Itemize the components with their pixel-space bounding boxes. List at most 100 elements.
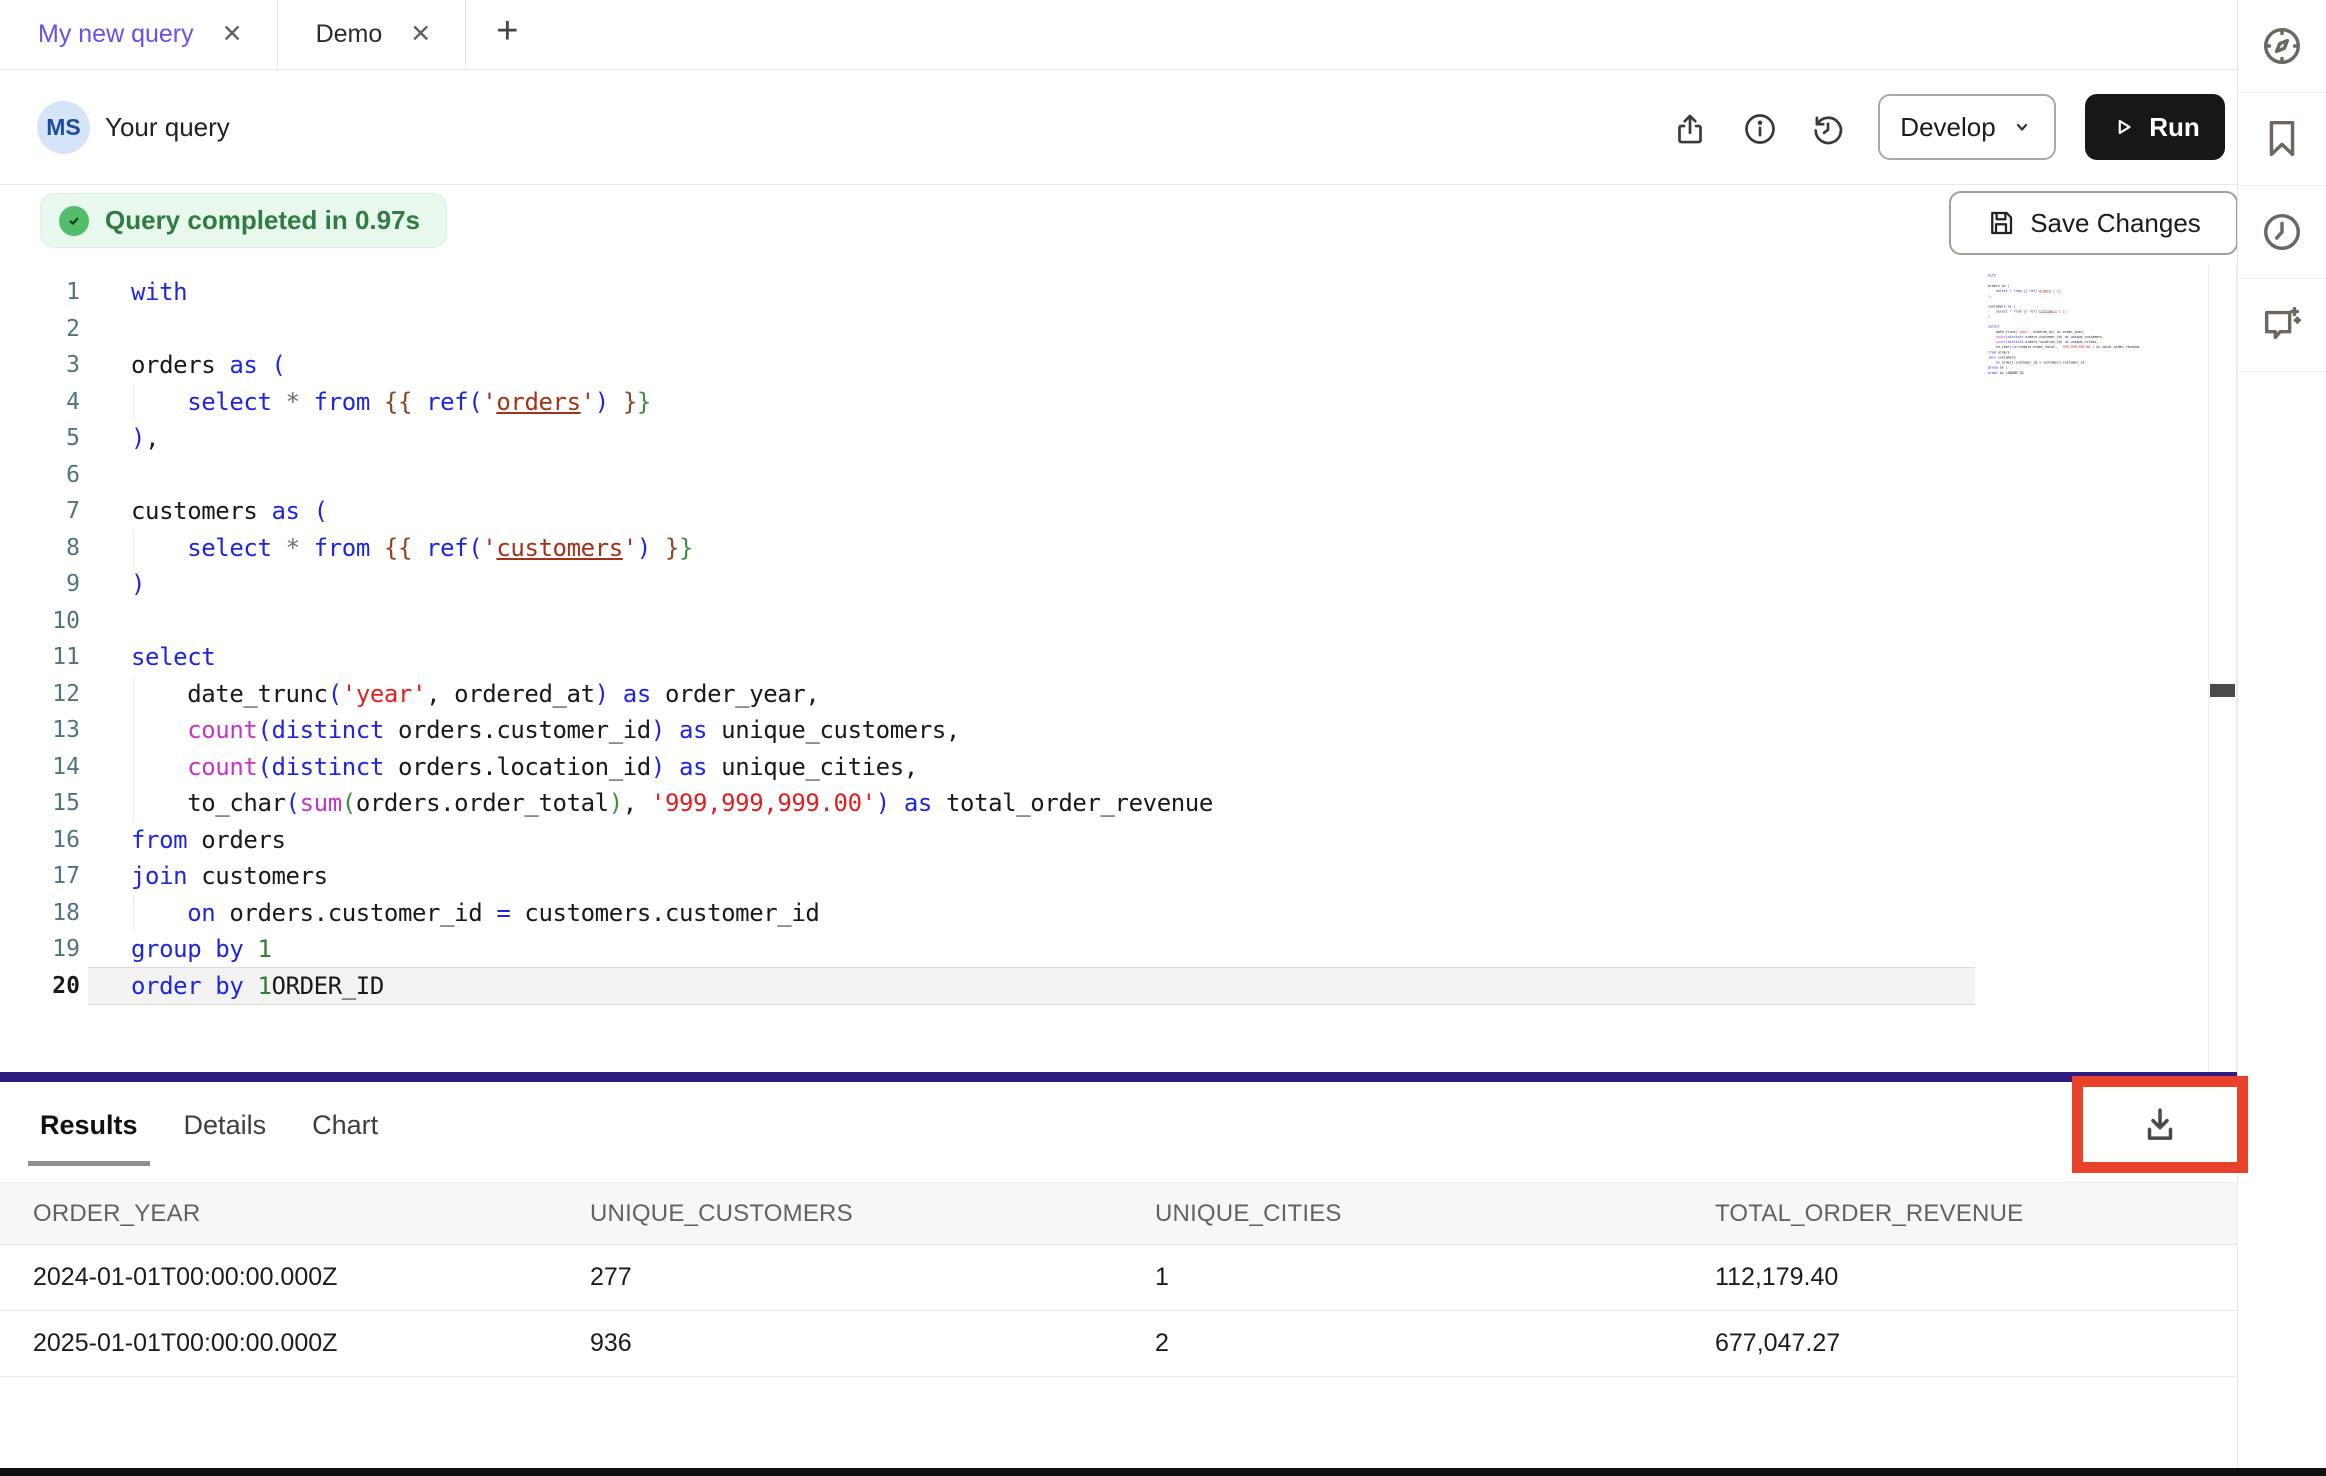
minimap-line: order by 1ORDER_ID: [1988, 370, 2019, 375]
code-line: 20 order by 1ORDER_ID: [0, 968, 2237, 1005]
file-tab[interactable]: Demo✕: [278, 0, 467, 69]
history-icon[interactable]: [1806, 107, 1850, 151]
table-cell: 1: [1122, 1245, 1682, 1311]
editor-scrollbar-thumb[interactable]: [2210, 684, 2235, 697]
file-tab[interactable]: My new query✕: [0, 0, 278, 69]
code-text: to_char(sum(orders.order_total), '999,99…: [131, 785, 1213, 822]
code-line: 10: [0, 603, 2237, 640]
column-header: UNIQUE_CUSTOMERS: [557, 1183, 1122, 1245]
query-header: MS Your query Develop Run: [0, 70, 2237, 185]
file-tabs: My new query✕Demo✕: [0, 0, 466, 69]
compass-icon[interactable]: [2238, 0, 2326, 93]
code-text: count(distinct orders.customer_id) as un…: [131, 712, 960, 749]
sql-editor[interactable]: 1with23orders as (4 select * from {{ ref…: [0, 265, 2237, 1072]
code-text: select: [131, 639, 215, 676]
query-status-text: Query completed in 0.97s: [105, 205, 420, 236]
query-status-badge: Query completed in 0.97s: [40, 193, 447, 248]
table-cell: 2: [1122, 1311, 1682, 1377]
results-tab-results[interactable]: Results: [40, 1110, 138, 1141]
code-line: 8 select * from {{ ref('customers') }}: [0, 530, 2237, 567]
share-icon[interactable]: [1668, 107, 1712, 151]
code-line: 6: [0, 457, 2237, 494]
play-icon: [2110, 114, 2136, 140]
code-line: 18 on orders.customer_id = customers.cus…: [0, 895, 2237, 932]
table-cell: 2024-01-01T00:00:00.000Z: [0, 1245, 557, 1311]
editor-scrollbar[interactable]: [2208, 265, 2237, 1072]
code-line: 9): [0, 566, 2237, 603]
editor-minimap[interactable]: withorders as ( select * from {{ ref('or…: [1988, 273, 2206, 463]
line-number: 5: [0, 420, 80, 457]
line-number: 7: [0, 493, 80, 530]
table-row: 2025-01-01T00:00:00.000Z9362677,047.27: [0, 1311, 2237, 1377]
code-text: ),: [131, 420, 159, 457]
file-tabbar: My new query✕Demo✕ +: [0, 0, 2237, 70]
code-line: 15 to_char(sum(orders.order_total), '999…: [0, 785, 2237, 822]
table-cell: 277: [557, 1245, 1122, 1311]
code-line: 1with: [0, 274, 2237, 311]
save-icon: [1986, 208, 2016, 238]
line-number: 20: [0, 968, 80, 1005]
code-text: join customers: [131, 858, 328, 895]
code-text: from orders: [131, 822, 286, 859]
minimap-line: select * from {{ ref('orders') }}: [1988, 288, 2019, 293]
code-line: 4 select * from {{ ref('orders') }}: [0, 384, 2237, 421]
results-table: ORDER_YEARUNIQUE_CUSTOMERSUNIQUE_CITIEST…: [0, 1182, 2237, 1377]
line-number: 17: [0, 858, 80, 895]
code-line: 2: [0, 311, 2237, 348]
line-number: 18: [0, 895, 80, 932]
save-changes-button[interactable]: Save Changes: [1949, 191, 2238, 255]
line-number: 12: [0, 676, 80, 713]
right-sidebar: [2237, 0, 2326, 1476]
table-row: 2024-01-01T00:00:00.000Z2771112,179.40: [0, 1245, 2237, 1311]
download-results-button[interactable]: [2139, 1104, 2181, 1146]
code-text: with: [131, 274, 187, 311]
line-number: 13: [0, 712, 80, 749]
bookmark-icon[interactable]: [2238, 93, 2326, 186]
table-header-row: ORDER_YEARUNIQUE_CUSTOMERSUNIQUE_CITIEST…: [0, 1183, 2237, 1245]
avatar: MS: [37, 101, 90, 154]
panel-resize-handle[interactable]: [0, 1072, 2237, 1082]
line-number: 15: [0, 785, 80, 822]
save-changes-label: Save Changes: [2030, 208, 2201, 239]
close-tab-icon[interactable]: ✕: [410, 22, 431, 47]
app-window: My new query✕Demo✕ + MS Your query Devel…: [0, 0, 2326, 1476]
run-button[interactable]: Run: [2085, 94, 2225, 160]
line-number: 3: [0, 347, 80, 384]
line-number: 19: [0, 931, 80, 968]
table-cell: 112,179.40: [1682, 1245, 2237, 1311]
develop-dropdown[interactable]: Develop: [1878, 94, 2056, 160]
code-line: 17 join customers: [0, 858, 2237, 895]
code-text: select * from {{ ref('orders') }}: [131, 384, 651, 421]
minimap-content: withorders as ( select * from {{ ref('or…: [1988, 273, 2019, 375]
code-line: 12 date_trunc('year', ordered_at) as ord…: [0, 676, 2237, 713]
table-cell: 677,047.27: [1682, 1311, 2237, 1377]
code-line: 11select: [0, 639, 2237, 676]
status-row: Query completed in 0.97s Save Changes: [0, 186, 2237, 265]
table-cell: 2025-01-01T00:00:00.000Z: [0, 1311, 557, 1377]
annotation-highlight-box: [2072, 1076, 2248, 1173]
line-number: 16: [0, 822, 80, 859]
code-line: 5),: [0, 420, 2237, 457]
line-number: 2: [0, 311, 80, 348]
code-lines: 1with23orders as (4 select * from {{ ref…: [0, 274, 2237, 1004]
chat-sparkles-icon[interactable]: [2238, 279, 2326, 372]
code-text: order by 1ORDER_ID: [131, 968, 384, 1005]
column-header: UNIQUE_CITIES: [1122, 1183, 1682, 1245]
code-line: 14 count(distinct orders.location_id) as…: [0, 749, 2237, 786]
line-number: 6: [0, 457, 80, 494]
new-tab-button[interactable]: +: [466, 0, 518, 69]
code-line: 13 count(distinct orders.customer_id) as…: [0, 712, 2237, 749]
code-text: ): [131, 566, 145, 603]
code-text: date_trunc('year', ordered_at) as order_…: [131, 676, 819, 713]
screen-bottom-edge: [0, 1468, 2326, 1476]
close-tab-icon[interactable]: ✕: [222, 22, 243, 47]
run-label: Run: [2149, 112, 2200, 143]
info-icon[interactable]: [1738, 107, 1782, 151]
results-tab-details[interactable]: Details: [184, 1110, 267, 1141]
code-line: 19group by 1: [0, 931, 2237, 968]
line-number: 9: [0, 566, 80, 603]
clock-icon[interactable]: [2238, 186, 2326, 279]
column-header: ORDER_YEAR: [0, 1183, 557, 1245]
code-text: on orders.customer_id = customers.custom…: [131, 895, 819, 932]
results-tab-chart[interactable]: Chart: [312, 1110, 378, 1141]
